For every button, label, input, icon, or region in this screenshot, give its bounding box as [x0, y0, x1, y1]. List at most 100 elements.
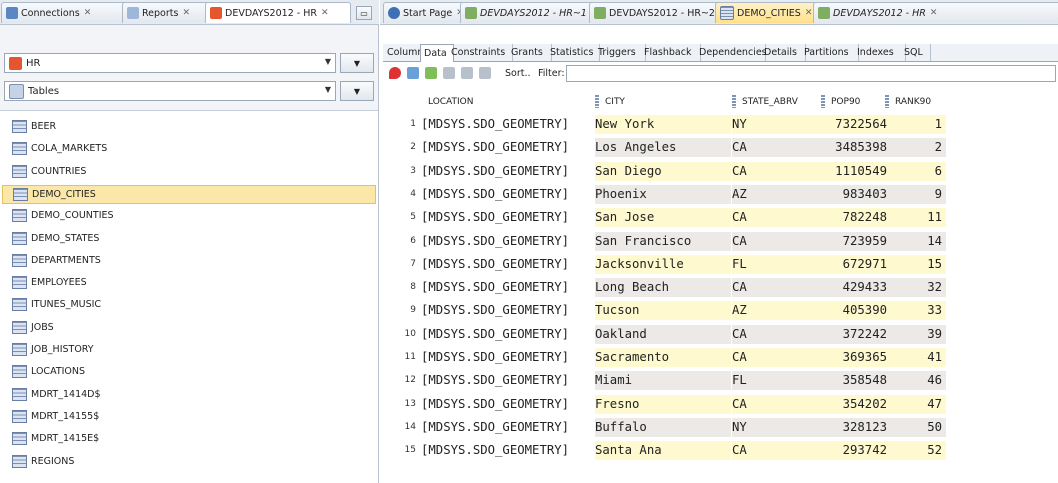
table-row[interactable]: 13 [MDSYS.SDO_GEOMETRY] Fresno CA 354202 47 [383, 394, 946, 414]
city-cell[interactable]: San Diego [595, 161, 731, 181]
filter-input[interactable] [566, 65, 1056, 82]
state-cell[interactable]: CA [732, 138, 823, 158]
state-cell[interactable]: NY [732, 115, 823, 134]
delete-row-icon[interactable] [443, 67, 455, 79]
connection-select[interactable]: HR ▼ [4, 53, 336, 73]
pop90-cell[interactable]: 429433 [823, 278, 893, 298]
location-cell[interactable]: [MDSYS.SDO_GEOMETRY] [421, 371, 595, 390]
pop90-cell[interactable]: 782248 [823, 208, 893, 228]
rank90-cell[interactable]: 52 [887, 441, 946, 461]
city-cell[interactable]: Phoenix [595, 184, 731, 204]
col-header-pop90[interactable]: POP90 [821, 93, 860, 112]
pop90-cell[interactable]: 723959 [823, 231, 893, 251]
rank90-cell[interactable]: 39 [887, 324, 946, 344]
rank90-cell[interactable]: 6 [887, 161, 946, 181]
pop90-cell[interactable]: 293742 [823, 441, 893, 461]
city-cell[interactable]: Fresno [595, 394, 731, 414]
pop90-cell[interactable]: 1110549 [823, 161, 893, 181]
table-row[interactable]: 3 [MDSYS.SDO_GEOMETRY] San Diego CA 1110549 6 [383, 161, 946, 181]
tab-reports[interactable]: Reports ✕ [122, 2, 212, 23]
subtab-statistics[interactable]: Statistics [547, 44, 600, 61]
tab-demo-cities[interactable]: DEMO_CITIES ✕ [715, 2, 820, 23]
close-icon[interactable]: ✕ [930, 8, 938, 18]
col-header-city[interactable]: CITY [595, 93, 625, 112]
location-cell[interactable]: [MDSYS.SDO_GEOMETRY] [421, 255, 595, 274]
location-cell[interactable]: [MDSYS.SDO_GEOMETRY] [421, 395, 595, 414]
subtab-triggers[interactable]: Triggers [595, 44, 646, 61]
location-cell[interactable]: [MDSYS.SDO_GEOMETRY] [421, 185, 595, 204]
col-header-rank90[interactable]: RANK90 [885, 93, 931, 112]
pin-icon[interactable] [389, 67, 401, 79]
rank90-cell[interactable]: 1 [887, 115, 946, 134]
table-list-item[interactable]: JOBS [2, 319, 374, 336]
subtab-columns[interactable]: Columns [384, 44, 428, 61]
city-cell[interactable]: Oakland [595, 324, 731, 344]
city-cell[interactable]: Tucson [595, 301, 731, 321]
state-cell[interactable]: CA [732, 441, 823, 461]
table-list-item[interactable]: MDRT_14155$ [2, 408, 374, 425]
subtab-flashback[interactable]: Flashback [641, 44, 701, 61]
pop90-cell[interactable]: 328123 [823, 417, 893, 437]
rank90-cell[interactable]: 46 [887, 371, 946, 391]
tab-worksheet-1[interactable]: DEVDAYS2012 - HR~1 ✕ [460, 2, 596, 23]
tab-start-page[interactable]: Start Page ✕ [383, 2, 467, 23]
table-row[interactable]: 5 [MDSYS.SDO_GEOMETRY] San Jose CA 782248 11 [383, 208, 946, 228]
subtab-partitions[interactable]: Partitions [801, 44, 859, 61]
state-cell[interactable]: CA [732, 208, 823, 228]
table-row[interactable]: 15 [MDSYS.SDO_GEOMETRY] Santa Ana CA 293742 5… [383, 441, 946, 461]
city-cell[interactable]: Jacksonville [595, 254, 731, 274]
location-cell[interactable]: [MDSYS.SDO_GEOMETRY] [421, 162, 595, 181]
sort-button[interactable]: Sort.. [505, 68, 531, 79]
state-cell[interactable]: CA [732, 231, 823, 251]
connection-action-button[interactable]: ▼ [340, 53, 374, 73]
table-row[interactable]: 11 [MDSYS.SDO_GEOMETRY] Sacramento CA 369365… [383, 348, 946, 367]
pop90-cell[interactable]: 7322564 [823, 115, 893, 134]
table-row[interactable]: 10 [MDSYS.SDO_GEOMETRY] Oakland CA 372242 39 [383, 324, 946, 344]
state-cell[interactable]: CA [732, 324, 823, 344]
rank90-cell[interactable]: 32 [887, 278, 946, 298]
rank90-cell[interactable]: 15 [887, 254, 946, 274]
table-list-item[interactable]: LOCATIONS [2, 363, 374, 380]
state-cell[interactable]: AZ [732, 301, 823, 321]
commit-icon[interactable] [461, 67, 473, 79]
subtab-sql[interactable]: SQL [901, 44, 931, 61]
location-cell[interactable]: [MDSYS.SDO_GEOMETRY] [421, 325, 595, 344]
subtab-constraints[interactable]: Constraints [448, 44, 513, 61]
rank90-cell[interactable]: 9 [887, 184, 946, 204]
table-list-item[interactable]: COLA_MARKETS [2, 140, 374, 157]
insert-row-icon[interactable] [425, 67, 437, 79]
table-list-item[interactable]: EMPLOYEES [2, 274, 374, 291]
pop90-cell[interactable]: 358548 [823, 371, 893, 391]
table-row[interactable]: 6 [MDSYS.SDO_GEOMETRY] San Francisco CA 7239… [383, 231, 946, 251]
city-cell[interactable]: New York [595, 115, 731, 134]
pop90-cell[interactable]: 672971 [823, 254, 893, 274]
col-header-location[interactable]: LOCATION [428, 93, 474, 112]
tab-worksheet-2[interactable]: DEVDAYS2012 - HR~2 ✕ [589, 2, 722, 23]
tab-connections[interactable]: Connections ✕ [1, 2, 129, 23]
state-cell[interactable]: CA [732, 278, 823, 298]
tab-worksheet-3[interactable]: DEVDAYS2012 - HR ✕ [813, 2, 1058, 23]
subtab-grants[interactable]: Grants [508, 44, 552, 61]
close-icon[interactable]: ✕ [321, 8, 329, 18]
table-row[interactable]: 4 [MDSYS.SDO_GEOMETRY] Phoenix AZ 983403 9 [383, 184, 946, 204]
rank90-cell[interactable]: 14 [887, 231, 946, 251]
location-cell[interactable]: [MDSYS.SDO_GEOMETRY] [421, 418, 595, 437]
location-cell[interactable]: [MDSYS.SDO_GEOMETRY] [421, 115, 595, 134]
table-list-item[interactable]: MDRT_1415E$ [2, 430, 374, 447]
minimize-button[interactable]: ▭ [356, 6, 372, 20]
table-list-item[interactable]: ITUNES_MUSIC [2, 296, 374, 313]
object-type-action-button[interactable]: ▼ [340, 81, 374, 101]
state-cell[interactable]: NY [732, 417, 823, 437]
close-icon[interactable]: ✕ [182, 8, 190, 18]
city-cell[interactable]: Sacramento [595, 348, 731, 367]
col-header-state-abrv[interactable]: STATE_ABRV [732, 93, 798, 112]
pop90-cell[interactable]: 983403 [823, 184, 893, 204]
table-list-item[interactable]: DEMO_STATES [2, 230, 374, 247]
state-cell[interactable]: AZ [732, 184, 823, 204]
location-cell[interactable]: [MDSYS.SDO_GEOMETRY] [421, 278, 595, 297]
refresh-icon[interactable] [407, 67, 419, 79]
table-row[interactable]: 9 [MDSYS.SDO_GEOMETRY] Tucson AZ 405390 33 [383, 301, 946, 321]
location-cell[interactable]: [MDSYS.SDO_GEOMETRY] [421, 138, 595, 157]
subtab-dependencies[interactable]: Dependencies [696, 44, 767, 61]
table-list-item[interactable]: REGIONS [2, 453, 374, 470]
